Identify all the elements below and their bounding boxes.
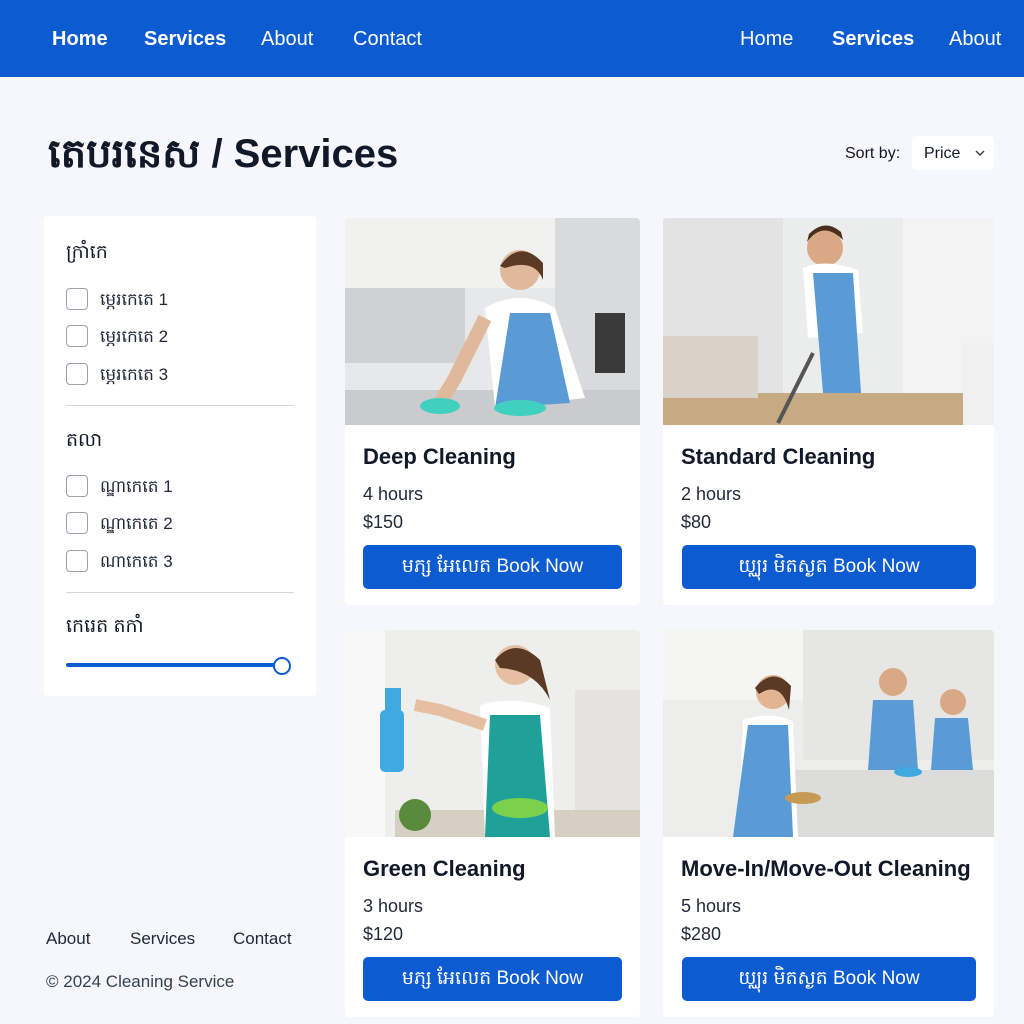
filter-option[interactable]: ណាកេតេ 3: [66, 550, 286, 574]
filter-option-label: ម្ភេរកេតេ 3: [100, 365, 169, 384]
checkbox[interactable]: [66, 550, 88, 572]
price-slider-track[interactable]: [66, 663, 288, 667]
checkbox[interactable]: [66, 288, 88, 310]
checkbox[interactable]: [66, 475, 88, 497]
filter-option[interactable]: ម្ភេរកេតេ 1: [66, 288, 286, 312]
filter-option[interactable]: ម្ភេរកេតេ 2: [66, 325, 286, 349]
book-now-button[interactable]: យ្ឈុរ មិតស្ងត Book Now: [682, 957, 976, 1001]
nav-about-link[interactable]: About: [261, 28, 313, 51]
nav-contact-link[interactable]: Contact: [353, 28, 422, 51]
book-now-button[interactable]: មភ្ស អែលេត Book Now: [363, 957, 622, 1001]
checkbox[interactable]: [66, 325, 88, 347]
divider: [66, 405, 294, 406]
filter-option-label: ណ្ឌាកេតេ 2: [100, 514, 173, 533]
filter-group-3-title: កេរេត តកាំ: [66, 616, 144, 637]
filter-option[interactable]: ណ្ឌាកេតេ 1: [66, 475, 286, 499]
nav-about-link-right[interactable]: About: [949, 28, 1001, 51]
nav-services-link[interactable]: Services: [144, 28, 226, 51]
footer-about-link[interactable]: About: [46, 929, 90, 949]
footer-contact-link[interactable]: Contact: [233, 929, 292, 949]
filter-option[interactable]: ណ្ឌាកេតេ 2: [66, 512, 286, 536]
card-duration: 3 hours: [363, 896, 424, 916]
card-title: Deep Cleaning: [363, 444, 516, 469]
filter-group-2-title: តលា: [66, 430, 103, 451]
card-duration: 2 hours: [681, 484, 742, 504]
sort-value: Price: [924, 145, 961, 162]
top-navbar: Home Services About Contact Home Service…: [0, 0, 1024, 77]
book-now-button[interactable]: មភ្ស អែលេត Book Now: [363, 545, 622, 589]
nav-home-link[interactable]: Home: [52, 28, 108, 51]
chevron-down-icon: [974, 143, 986, 168]
price-slider-handle[interactable]: [273, 657, 291, 675]
service-card: Deep Cleaning 4 hours $150 មភ្ស អែលេត Bo…: [345, 218, 640, 605]
copyright-text: © 2024 Cleaning Service: [46, 972, 235, 991]
nav-services-link-right[interactable]: Services: [832, 28, 914, 51]
footer-services-link[interactable]: Services: [130, 929, 195, 949]
book-now-button[interactable]: យ្ឈុរ មិតស្ងត Book Now: [682, 545, 976, 589]
sort-label: Sort by:: [845, 145, 901, 162]
filter-option-label: ម្ភេរកេតេ 1: [100, 290, 169, 309]
card-title: Move-In/Move-Out Cleaning: [681, 856, 971, 881]
divider: [66, 592, 294, 593]
card-price: $80: [681, 512, 712, 532]
service-photo: [663, 218, 994, 425]
card-price: $120: [363, 924, 404, 944]
card-price: $280: [681, 924, 722, 944]
card-price: $150: [363, 512, 404, 532]
service-card: Move-In/Move-Out Cleaning 5 hours $280 យ…: [663, 630, 994, 1017]
checkbox[interactable]: [66, 512, 88, 534]
service-photo: [345, 218, 640, 425]
card-duration: 5 hours: [681, 896, 742, 916]
filter-sidebar: ក្រាំកេ ម្ភេរកេតេ 1 ម្ភេរកេតេ 2 ម្ភេរកេត…: [44, 216, 316, 696]
service-photo: [663, 630, 994, 837]
filter-option[interactable]: ម្ភេរកេតេ 3: [66, 363, 286, 387]
checkbox[interactable]: [66, 363, 88, 385]
service-card: Green Cleaning 3 hours $120 មភ្ស អែលេត B…: [345, 630, 640, 1017]
filter-option-label: ណាកេតេ 3: [100, 552, 173, 571]
nav-home-link-right[interactable]: Home: [740, 28, 793, 51]
sort-dropdown[interactable]: Price: [912, 136, 994, 170]
card-duration: 4 hours: [363, 484, 424, 504]
service-photo: [345, 630, 640, 837]
page-title: តេបរនេស / Services: [48, 132, 399, 176]
filter-option-label: ម្ភេរកេតេ 2: [100, 327, 169, 346]
service-card: Standard Cleaning 2 hours $80 យ្ឈុរ មិតស…: [663, 218, 994, 605]
filter-group-1-title: ក្រាំកេ: [66, 242, 108, 263]
card-title: Standard Cleaning: [681, 444, 876, 469]
card-title: Green Cleaning: [363, 856, 526, 881]
filter-option-label: ណ្ឌាកេតេ 1: [100, 477, 173, 496]
